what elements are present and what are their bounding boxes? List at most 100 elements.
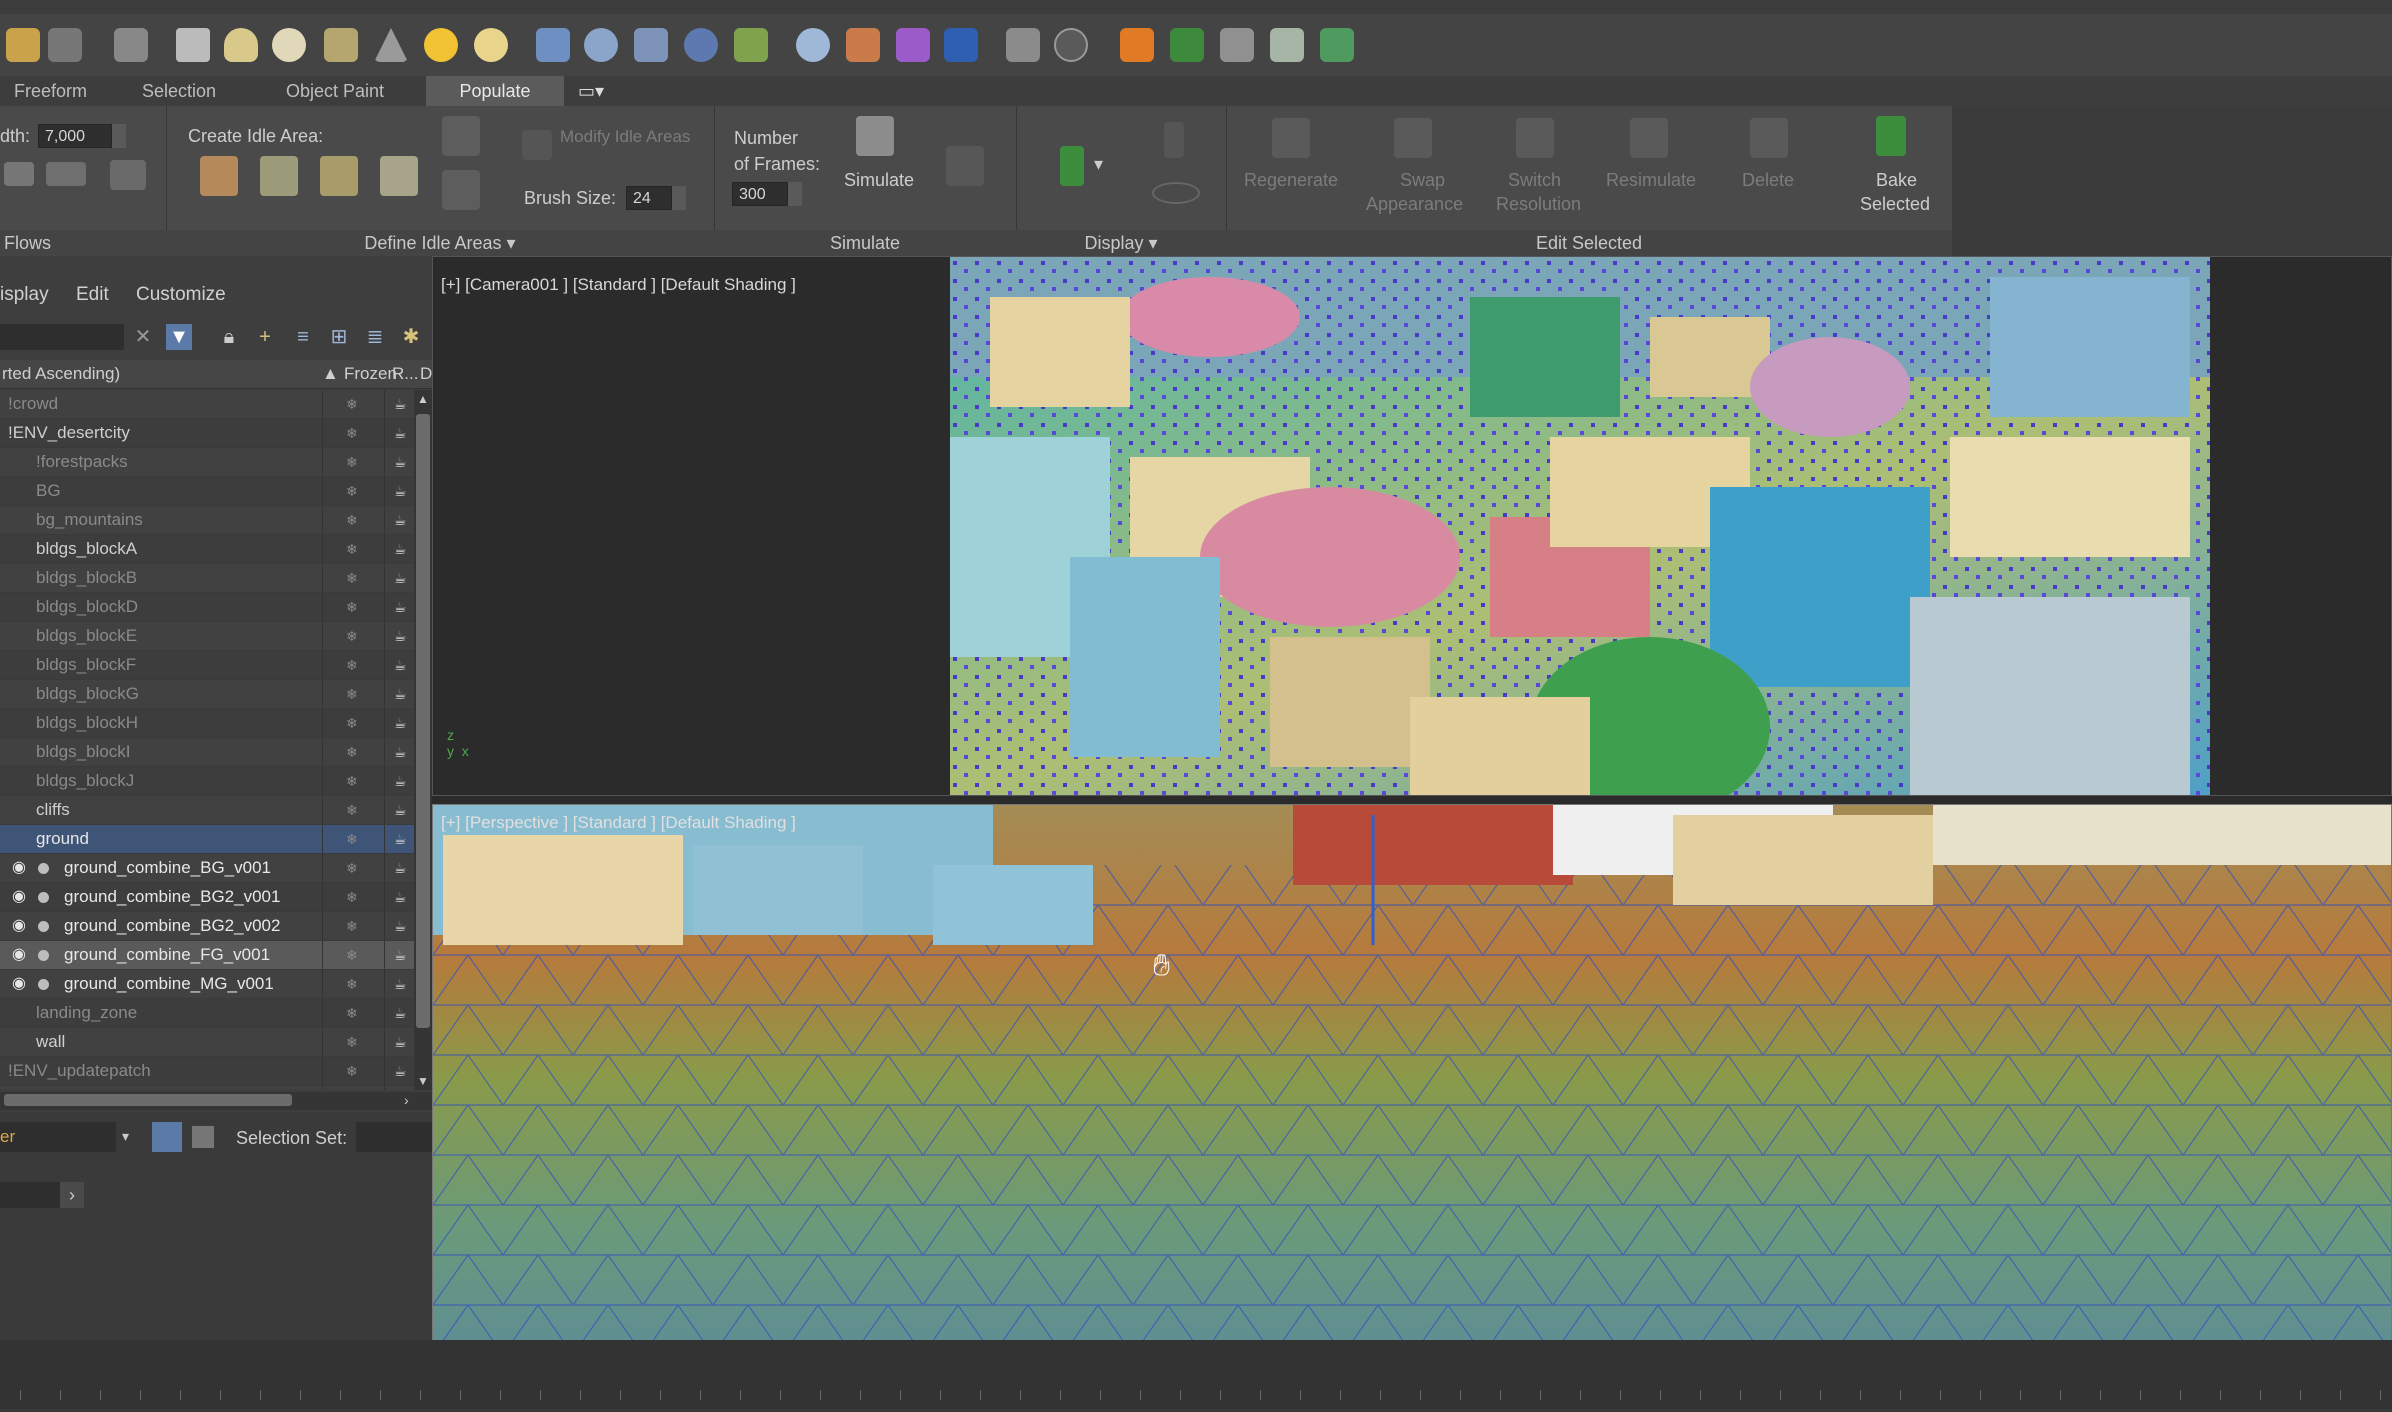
flow-path-icon[interactable] [110, 160, 146, 190]
renderable-teapot-icon[interactable]: ☕︎ [394, 825, 407, 853]
help-icon[interactable] [1054, 28, 1088, 62]
horizontal-scroll-thumb[interactable] [4, 1094, 292, 1106]
brush-size-spinner[interactable] [672, 186, 686, 210]
renderable-teapot-icon[interactable]: ☕︎ [394, 883, 407, 911]
layer-row[interactable]: !ENV_desertcity ❄ ☕︎ [0, 419, 414, 448]
idle-area-rect-icon[interactable] [200, 156, 238, 196]
freeze-icon[interactable]: ❄ [346, 593, 358, 621]
sort-column-header[interactable]: rted Ascending) [2, 364, 120, 384]
renderable-teapot-icon[interactable]: ☕︎ [394, 1086, 407, 1090]
simulate-button[interactable]: Simulate [844, 170, 914, 191]
renderable-teapot-icon[interactable]: ☕︎ [394, 738, 407, 766]
bake-selected-icon[interactable] [1876, 116, 1906, 156]
frozen-column-header[interactable]: Frozen [344, 364, 397, 384]
renderable-teapot-icon[interactable]: ☕︎ [394, 390, 407, 418]
foliage-icon[interactable] [734, 28, 768, 62]
freeze-icon[interactable]: ❄ [346, 1028, 358, 1056]
freeze-icon[interactable]: ❄ [346, 477, 358, 505]
tab-selection[interactable]: Selection [128, 76, 230, 106]
layer-row[interactable]: !crowd ❄ ☕︎ [0, 390, 414, 419]
renderable-teapot-icon[interactable]: ☕︎ [394, 709, 407, 737]
moon-icon[interactable] [584, 28, 618, 62]
material-editor-icon[interactable] [846, 28, 880, 62]
idle-area-paint-icon[interactable] [380, 156, 418, 196]
menu-display[interactable]: isplay [0, 284, 49, 306]
resimulate-icon[interactable] [1630, 118, 1668, 158]
delete-icon[interactable] [1750, 118, 1788, 158]
layer-row[interactable]: !ENV_updatepatch ❄ ☕︎ [0, 1057, 414, 1086]
freeze-icon[interactable]: ❄ [346, 564, 358, 592]
material-ball-icon[interactable] [796, 28, 830, 62]
visibility-eye-icon[interactable]: ◉ [12, 854, 26, 882]
freeze-icon[interactable]: ❄ [346, 1086, 358, 1090]
clear-search-icon[interactable]: ✕ [130, 324, 156, 350]
tab-object-paint[interactable]: Object Paint [272, 76, 398, 106]
camera-viewport-label[interactable]: [+] [Camera001 ] [Standard ] [Default Sh… [441, 275, 796, 295]
renderable-teapot-icon[interactable]: ☕︎ [394, 854, 407, 882]
swap-appearance-label-2[interactable]: Appearance [1366, 194, 1463, 215]
width-input[interactable]: 7,000 [38, 124, 112, 148]
renderable-teapot-icon[interactable]: ☕︎ [394, 564, 407, 592]
renderable-teapot-icon[interactable]: ☕︎ [394, 912, 407, 940]
layer-row[interactable]: wall ❄ ☕︎ [0, 1028, 414, 1057]
switch-resolution-label-1[interactable]: Switch [1508, 170, 1561, 191]
fp-icon[interactable] [1120, 28, 1154, 62]
add-layer-icon[interactable]: + [252, 324, 278, 350]
freeze-icon[interactable]: ❄ [346, 854, 358, 882]
freeze-icon[interactable]: ❄ [346, 419, 358, 447]
renderable-teapot-icon[interactable]: ☕︎ [394, 506, 407, 534]
layer-row[interactable]: landing_zone ❄ ☕︎ [0, 999, 414, 1028]
renderable-teapot-icon[interactable]: ☕︎ [394, 796, 407, 824]
character-icon[interactable] [1060, 146, 1084, 186]
layer-row[interactable]: bldgs_blockI ❄ ☕︎ [0, 738, 414, 767]
renderable-teapot-icon[interactable]: ☕︎ [394, 767, 407, 795]
bake-selected-label-1[interactable]: Bake [1876, 170, 1917, 191]
freeze-icon[interactable]: ❄ [346, 941, 358, 969]
switch-resolution-icon[interactable] [1516, 118, 1554, 158]
renderable-teapot-icon[interactable]: ☕︎ [394, 448, 407, 476]
lock-icon[interactable]: 🔒︎ [216, 324, 242, 350]
layer-explorer-icon[interactable] [152, 1122, 182, 1152]
render-icon[interactable] [944, 28, 978, 62]
render-setup-icon[interactable] [896, 28, 930, 62]
define-idle-areas-dropdown[interactable]: Define Idle Areas ▾ [166, 230, 714, 256]
switch-resolution-label-2[interactable]: Resolution [1496, 194, 1581, 215]
renderable-teapot-icon[interactable]: ☕︎ [394, 477, 407, 505]
freeze-icon[interactable]: ❄ [346, 1057, 358, 1085]
layer-row[interactable]: bldgs_blockJ ❄ ☕︎ [0, 767, 414, 796]
resimulate-button[interactable]: Resimulate [1606, 170, 1696, 191]
hierarchy-icon[interactable]: ⊞ [326, 324, 352, 350]
highlight-icon[interactable]: ✱ [398, 324, 424, 350]
layer-row[interactable]: ◉ ground_combine_MG_v001 ❄ ☕︎ [0, 970, 414, 999]
layer-row[interactable]: cliffs ❄ ☕︎ [0, 796, 414, 825]
layer-row[interactable]: bldgs_blockE ❄ ☕︎ [0, 622, 414, 651]
filter-icon[interactable]: ▼ [166, 324, 192, 350]
swap-appearance-icon[interactable] [1394, 118, 1432, 158]
simulate-options-icon[interactable] [946, 146, 984, 186]
renderable-teapot-icon[interactable]: ☕︎ [394, 1057, 407, 1085]
timeline-bar[interactable] [0, 1340, 2392, 1409]
table-icon[interactable] [1270, 28, 1304, 62]
tab-populate[interactable]: Populate [426, 76, 564, 106]
unlink-icon[interactable] [114, 28, 148, 62]
freeze-icon[interactable]: ❄ [346, 535, 358, 563]
modify-idle-areas-label[interactable]: Modify Idle Areas [560, 126, 690, 148]
idle-area-freehand-icon[interactable] [320, 156, 358, 196]
freeze-icon[interactable]: ❄ [346, 796, 358, 824]
layer-row[interactable]: bg_mountains ❄ ☕︎ [0, 506, 414, 535]
expand-arrow-icon[interactable]: › [60, 1182, 84, 1208]
tree-icon[interactable] [1170, 28, 1204, 62]
layer-row[interactable]: !LAYOUT ❄ ☕︎ [0, 1086, 414, 1090]
file-icon[interactable] [1006, 28, 1040, 62]
regenerate-button[interactable]: Regenerate [1244, 170, 1338, 191]
menu-customize[interactable]: Customize [136, 284, 226, 306]
layer-row[interactable]: ◉ ground_combine_BG2_v002 ❄ ☕︎ [0, 912, 414, 941]
freeze-icon[interactable]: ❄ [346, 912, 358, 940]
layer-row[interactable]: bldgs_blockF ❄ ☕︎ [0, 651, 414, 680]
renderable-teapot-icon[interactable]: ☕︎ [394, 941, 407, 969]
tab-freeform[interactable]: Freeform [0, 76, 101, 106]
sphere-icon[interactable] [272, 28, 306, 62]
scroll-down-icon[interactable]: ▼ [417, 1074, 429, 1088]
freeze-icon[interactable]: ❄ [346, 390, 358, 418]
freeze-icon[interactable]: ❄ [346, 767, 358, 795]
